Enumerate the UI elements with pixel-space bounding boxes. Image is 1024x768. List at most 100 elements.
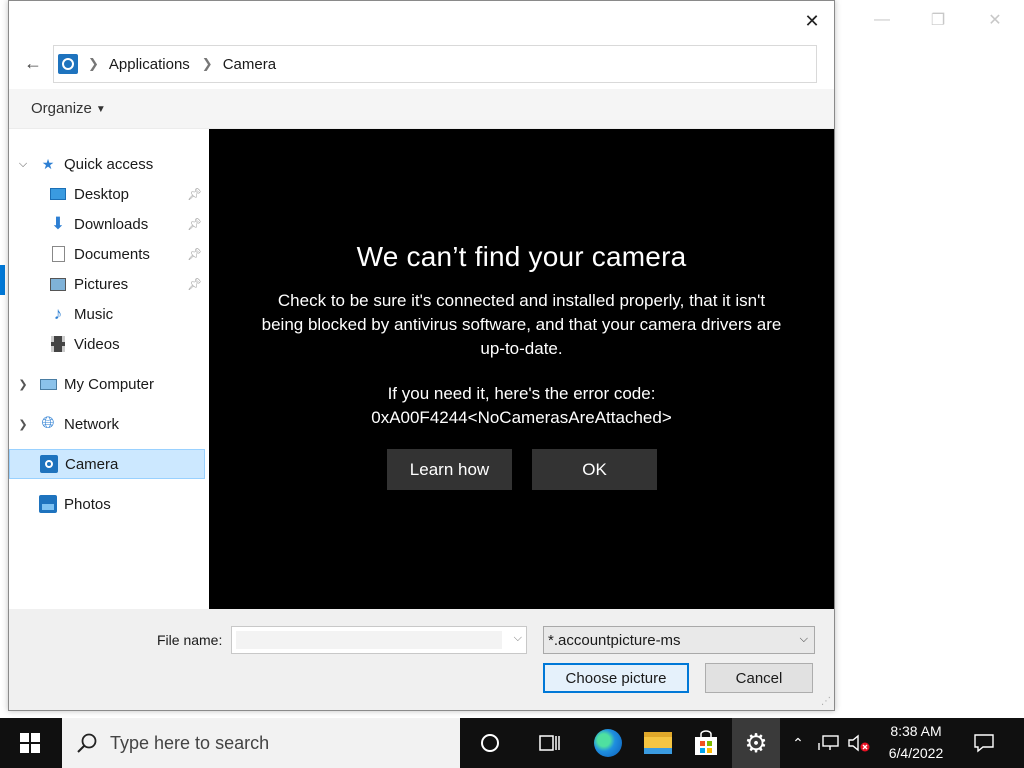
camera-error-view: We can’t find your camera Check to be su… <box>209 129 834 609</box>
settings-gear-icon[interactable]: ⚙︎ <box>732 718 780 768</box>
chevron-right-icon[interactable]: ❯ <box>17 378 29 391</box>
file-type-select[interactable]: *.accountpicture-ms ⌵ <box>543 626 815 654</box>
search-placeholder: Type here to search <box>110 733 270 753</box>
nav-item-videos[interactable]: Videos <box>9 329 205 359</box>
organize-button[interactable]: Organize ▼ <box>31 100 106 117</box>
photos-icon <box>39 495 57 513</box>
file-name-combobox[interactable]: ⌵ <box>231 626 527 654</box>
cortana-icon[interactable] <box>468 718 512 768</box>
network-tray-icon[interactable] <box>815 718 843 768</box>
cancel-button[interactable]: Cancel <box>705 663 813 693</box>
address-bar: ← ❯ Applications ❯ Camera <box>9 43 834 83</box>
nav-camera[interactable]: Camera <box>9 449 205 479</box>
minimize-icon[interactable]: — <box>870 8 894 32</box>
file-type-value: *.accountpicture-ms <box>548 631 681 649</box>
nav-label: My Computer <box>64 375 155 393</box>
learn-how-button[interactable]: Learn how <box>387 449 512 490</box>
nav-item-music[interactable]: ♪ Music <box>9 299 205 329</box>
breadcrumb-camera[interactable]: Camera <box>223 56 276 73</box>
pictures-icon <box>49 275 67 293</box>
nav-label: Photos <box>64 495 111 513</box>
error-message: Check to be sure it's connected and inst… <box>261 291 782 358</box>
nav-label: Network <box>64 415 120 433</box>
search-icon <box>77 733 97 753</box>
taskbar: Type here to search ⚙︎ ⌃ 8:38 AM 6/4/202… <box>0 718 1024 768</box>
pin-icon[interactable]: 📌︎ <box>187 217 202 231</box>
camera-icon <box>58 54 78 74</box>
edge-browser-icon[interactable] <box>586 718 630 768</box>
caret-down-icon: ▼ <box>95 103 106 115</box>
error-title: We can’t find your camera <box>356 241 687 272</box>
nav-label: Videos <box>74 335 120 353</box>
videos-icon <box>49 335 67 353</box>
file-name-label: File name: <box>157 632 223 648</box>
navigation-pane: ⌵ ★ Quick access Desktop 📌︎ ⬇ Downloads … <box>9 129 209 609</box>
nav-label: Music <box>74 305 114 323</box>
clock-time[interactable]: 8:38 AM <box>878 723 954 739</box>
task-view-icon[interactable] <box>528 718 572 768</box>
nav-network[interactable]: ❯ 🌐︎ Network <box>9 409 205 439</box>
nav-label: Desktop <box>74 185 130 203</box>
close-icon[interactable]: ✕ <box>983 8 1007 32</box>
nav-label: Quick access <box>64 155 154 173</box>
nav-item-desktop[interactable]: Desktop 📌︎ <box>9 179 205 209</box>
error-code: 0xA00F4244<NoCamerasAreAttached> <box>371 408 672 427</box>
computer-icon <box>39 375 57 393</box>
task-view-glyph <box>539 735 560 751</box>
dialog-footer: File name: ⌵ *.accountpicture-ms ⌵ Choos… <box>9 609 834 710</box>
chevron-right-icon[interactable]: ❯ <box>17 418 29 431</box>
speaker-glyph <box>848 734 870 752</box>
star-icon: ★ <box>41 155 55 172</box>
organize-label: Organize <box>31 100 92 117</box>
microsoft-store-icon[interactable] <box>684 718 728 768</box>
taskbar-search[interactable]: Type here to search <box>62 718 460 768</box>
chevron-right-icon: ❯ <box>201 56 213 71</box>
chevron-down-icon[interactable]: ⌵ <box>514 632 522 645</box>
pin-icon[interactable]: 📌︎ <box>187 277 202 291</box>
nav-label: Documents <box>74 245 150 263</box>
breadcrumb[interactable]: ❯ Applications ❯ Camera <box>53 45 817 83</box>
network-icon: 🌐︎ <box>41 415 55 432</box>
desktop-icon <box>49 185 67 203</box>
nav-item-downloads[interactable]: ⬇ Downloads 📌︎ <box>9 209 205 239</box>
nav-item-pictures[interactable]: Pictures 📌︎ <box>9 269 205 299</box>
chevron-up-icon[interactable]: ⌃ <box>786 718 810 768</box>
download-icon: ⬇ <box>50 214 66 233</box>
clock-date[interactable]: 6/4/2022 <box>878 745 954 761</box>
chevron-down-icon[interactable]: ⌵ <box>17 158 29 171</box>
chevron-down-icon[interactable]: ⌵ <box>800 633 808 646</box>
camera-icon <box>40 455 58 473</box>
nav-label: Pictures <box>74 275 129 293</box>
breadcrumb-applications[interactable]: Applications <box>109 56 190 73</box>
speech-bubble-glyph <box>974 734 994 753</box>
open-file-dialog: ✕ ← ❯ Applications ❯ Camera Organize ▼ ⌵ … <box>8 0 835 711</box>
music-icon: ♪ <box>53 304 63 323</box>
ok-button[interactable]: OK <box>532 449 657 490</box>
pin-icon[interactable]: 📌︎ <box>187 247 202 261</box>
nav-quick-access[interactable]: ⌵ ★ Quick access <box>9 149 205 179</box>
notification-icon[interactable] <box>966 718 1002 768</box>
resize-grip-icon[interactable]: ⋰ <box>821 696 831 707</box>
volume-muted-icon[interactable] <box>845 718 873 768</box>
background-accent <box>0 265 5 295</box>
nav-item-documents[interactable]: Documents 📌︎ <box>9 239 205 269</box>
chevron-right-icon: ❯ <box>88 56 99 71</box>
error-code-label: If you need it, here's the error code: <box>387 384 656 403</box>
dialog-close-button[interactable]: ✕ <box>800 9 824 33</box>
choose-picture-button[interactable]: Choose picture <box>543 663 689 693</box>
start-button[interactable] <box>0 718 60 768</box>
nav-label: Camera <box>65 455 119 473</box>
file-name-input[interactable] <box>236 631 502 649</box>
nav-label: Downloads <box>74 215 149 233</box>
windows-logo-icon <box>20 733 40 753</box>
maximize-icon[interactable]: ❐ <box>926 8 950 32</box>
back-arrow-icon[interactable]: ← <box>22 52 44 74</box>
file-explorer-icon[interactable] <box>636 718 680 768</box>
command-bar: Organize ▼ <box>9 89 834 129</box>
documents-icon <box>49 245 67 263</box>
monitor-glyph <box>818 735 839 750</box>
pin-icon[interactable]: 📌︎ <box>187 187 202 201</box>
store-bag-glyph <box>695 730 717 755</box>
nav-my-computer[interactable]: ❯ My Computer <box>9 369 205 399</box>
nav-photos[interactable]: Photos <box>9 489 205 519</box>
